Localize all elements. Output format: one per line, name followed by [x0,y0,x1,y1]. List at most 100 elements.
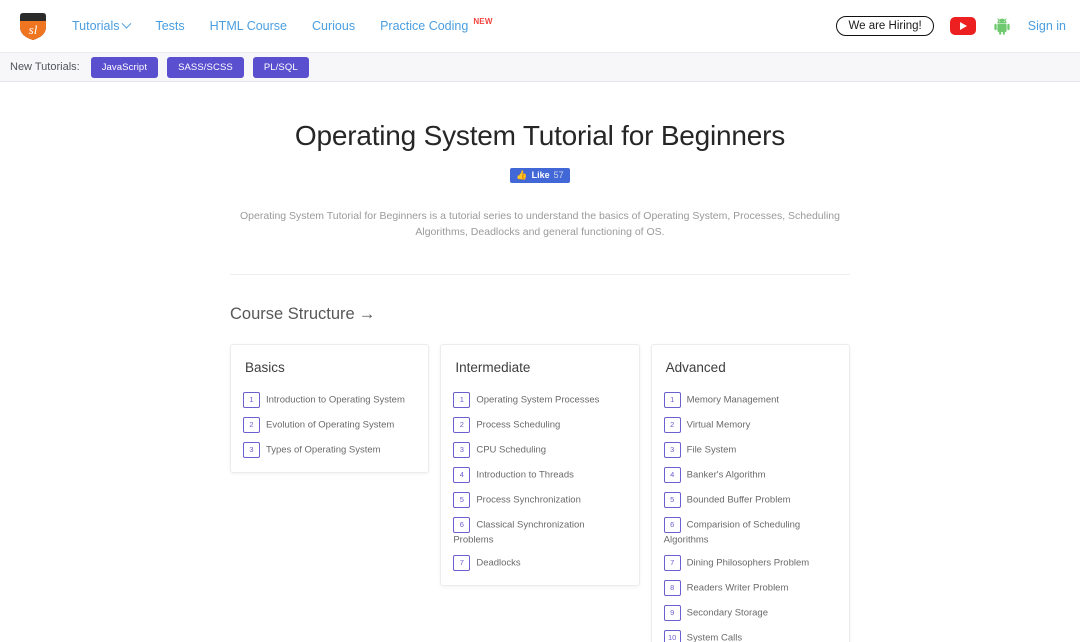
list-item[interactable]: 4 Banker's Algorithm [663,466,837,483]
course-list: 1 Introduction to Operating System 2 Evolu… [243,391,416,458]
course-structure-label: Course Structure [230,304,355,323]
android-icon[interactable] [992,16,1012,36]
item-number: 2 [243,416,260,433]
course-card-advanced: Advanced 1 Memory Management 2 Virtual Mem… [650,343,850,642]
nav-item-html-course[interactable]: HTML Course [210,19,287,33]
item-number: 2 [453,416,471,433]
course-structure-cards: Basics 1 Introduction to Operating System… [230,343,850,642]
svg-text:sl: sl [29,22,38,37]
page-description: Operating System Tutorial for Beginners … [240,210,840,239]
list-item[interactable]: 5 Bounded Buffer Problem [663,491,837,508]
new-tutorials-label: New Tutorials: [10,61,80,73]
item-number: 1 [243,391,260,408]
like-button-container: 👍 Like 57 [0,168,1080,183]
item-label: Classical Synchronization Problems [453,519,585,545]
item-number: 3 [453,441,471,458]
list-item[interactable]: 3 Types of Operating System [243,441,416,458]
nav-label-practice-coding: Practice Coding [380,19,469,33]
we-are-hiring-button[interactable]: We are Hiring! [836,16,934,36]
new-tutorials-bar: New Tutorials: JavaScript SASS/SCSS PL/S… [0,53,1080,82]
play-triangle-icon [960,22,968,30]
item-label: Deadlocks [476,557,521,569]
list-item[interactable]: 4 Introduction to Threads [453,466,626,483]
list-item[interactable]: 8 Readers Writer Problem [663,579,837,596]
list-item[interactable]: 6 Comparision of Scheduling Algorithms [663,516,837,546]
list-item[interactable]: 7 Deadlocks [453,554,626,571]
item-number: 10 [663,629,681,642]
facebook-like-button[interactable]: 👍 Like 57 [510,168,570,183]
list-item[interactable]: 1 Memory Management [663,391,837,408]
main-content: Operating System Tutorial for Beginners … [0,82,1080,642]
item-label: CPU Scheduling [476,444,547,456]
item-number: 2 [663,416,681,433]
list-item[interactable]: 9 Secondary Storage [663,604,837,621]
list-item[interactable]: 1 Introduction to Operating System [243,391,416,408]
item-label: File System [686,444,737,456]
course-card-basics: Basics 1 Introduction to Operating System… [230,343,430,473]
new-badge: NEW [473,16,493,26]
item-number: 5 [663,491,681,508]
studytonight-logo-icon[interactable]: sl [16,9,50,43]
tutorial-tag-sass-scss[interactable]: SASS/SCSS [167,56,244,78]
section-divider [230,273,850,275]
list-item[interactable]: 7 Dining Philosophers Problem [663,554,837,571]
course-structure-heading: Course Structure → [230,305,850,324]
like-count: 57 [553,170,564,180]
item-number: 4 [453,466,471,483]
item-number: 6 [453,516,471,533]
header-actions: We are Hiring! Sign in [836,16,1066,36]
card-title: Basics [245,359,285,375]
item-label: Comparision of Scheduling Algorithms [663,519,801,545]
item-number: 3 [243,441,260,458]
thumbs-up-icon: 👍 [516,170,528,180]
nav-item-tutorials[interactable]: Tutorials [72,18,132,33]
tutorial-tag-plsql[interactable]: PL/SQL [252,56,309,78]
right-arrow-icon: → [358,304,376,323]
card-title: Advanced [665,359,726,375]
youtube-icon[interactable] [949,17,976,35]
item-number: 8 [663,579,681,596]
list-item[interactable]: 3 CPU Scheduling [453,441,626,458]
item-label: Process Scheduling [476,419,561,431]
list-item[interactable]: 6 Classical Synchronization Problems [453,516,626,546]
like-label: Like [531,170,550,180]
item-label: Introduction to Operating System [266,394,405,406]
item-number: 7 [453,554,471,571]
course-card-intermediate: Intermediate 1 Operating System Processes… [440,343,640,586]
list-item[interactable]: 2 Evolution of Operating System [243,416,416,433]
item-number: 1 [663,391,681,408]
list-item[interactable]: 1 Operating System Processes [453,391,626,408]
item-label: Introduction to Threads [476,469,574,481]
sign-in-link[interactable]: Sign in [1028,19,1066,33]
nav-item-practice-coding[interactable]: Practice Coding NEW [380,16,493,34]
item-label: Types of Operating System [266,444,381,456]
list-item[interactable]: 5 Process Synchronization [453,491,626,508]
card-title: Intermediate [455,359,531,375]
item-number: 6 [663,516,681,533]
main-nav: Tutorials Tests HTML Course Curious Prac… [72,16,493,34]
item-label: Virtual Memory [686,419,751,431]
item-label: Evolution of Operating System [266,419,395,431]
course-list: 1 Memory Management 2 Virtual Memory 3 File… [663,391,837,642]
list-item[interactable]: 2 Process Scheduling [453,416,626,433]
item-label: Readers Writer Problem [686,582,789,594]
item-label: Memory Management [686,394,780,406]
item-label: Process Synchronization [476,494,581,506]
page-title: Operating System Tutorial for Beginners [294,120,786,151]
nav-label-tutorials: Tutorials [72,19,120,33]
item-number: 4 [663,466,681,483]
item-label: Dining Philosophers Problem [686,557,810,569]
item-number: 3 [663,441,681,458]
chevron-down-icon [122,18,132,29]
site-header: sl Tutorials Tests HTML Course Curious P… [0,0,1080,53]
item-number: 5 [453,491,471,508]
item-label: System Calls [686,632,743,642]
tutorial-tag-javascript[interactable]: JavaScript [90,56,159,78]
list-item[interactable]: 10 System Calls [663,629,837,642]
nav-item-tests[interactable]: Tests [155,19,184,33]
nav-item-curious[interactable]: Curious [312,19,355,33]
list-item[interactable]: 2 Virtual Memory [663,416,837,433]
item-label: Bounded Buffer Problem [686,494,791,506]
item-label: Operating System Processes [476,394,600,406]
list-item[interactable]: 3 File System [663,441,837,458]
